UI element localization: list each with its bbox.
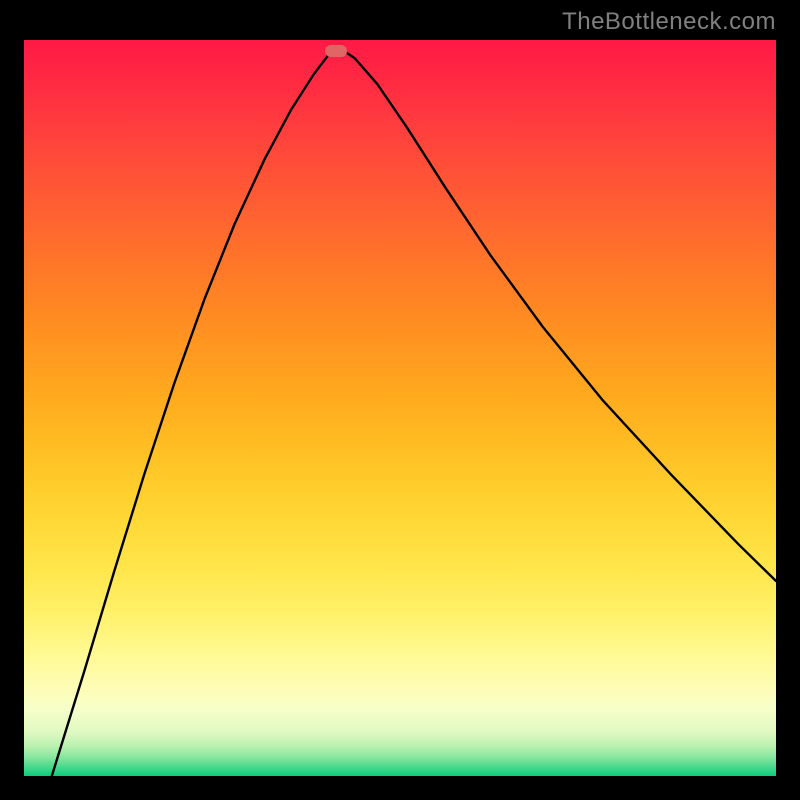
bottleneck-curve — [24, 40, 776, 776]
plot-area — [24, 40, 776, 776]
watermark-text: TheBottleneck.com — [562, 8, 776, 36]
chart-frame: TheBottleneck.com — [0, 0, 800, 800]
optimum-marker — [325, 45, 347, 57]
